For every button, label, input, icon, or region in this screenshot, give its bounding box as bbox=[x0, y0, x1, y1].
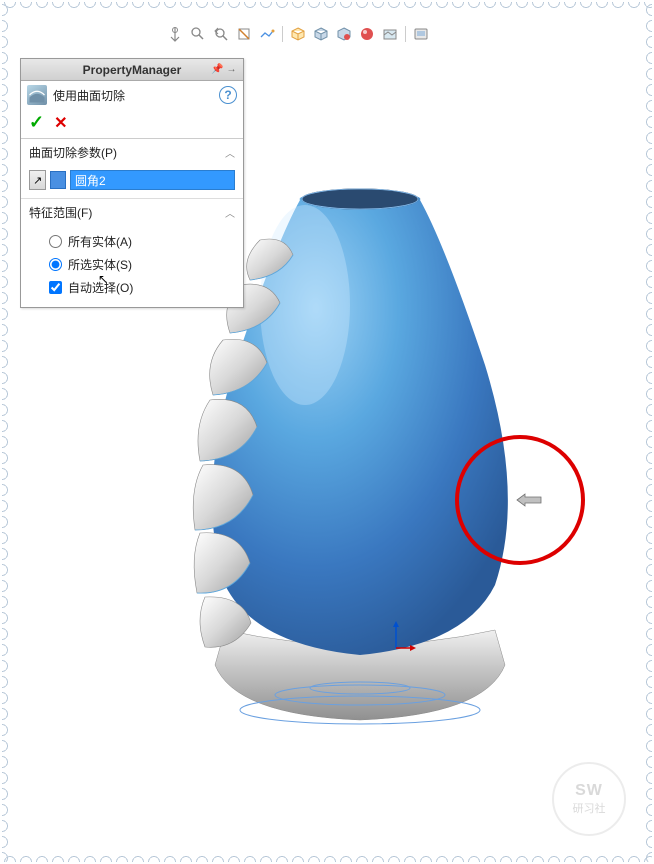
dynamic-annotation-icon[interactable] bbox=[257, 24, 277, 44]
zoom-area-icon[interactable] bbox=[188, 24, 208, 44]
previous-view-icon[interactable] bbox=[211, 24, 231, 44]
view-settings-icon[interactable] bbox=[411, 24, 431, 44]
section-label: 特征范围(F) bbox=[29, 204, 92, 221]
section-view-icon[interactable] bbox=[234, 24, 254, 44]
surface-cut-params-section: 曲面切除参数(P) ︿ ↗ bbox=[21, 139, 243, 199]
feature-scope-section: 特征范围(F) ︿ 所有实体(A) 所选实体(S) 自动选择(O) ↖ bbox=[21, 199, 243, 307]
ok-button[interactable]: ✓ bbox=[29, 112, 44, 133]
checkbox-auto-select[interactable]: 自动选择(O) bbox=[29, 276, 235, 299]
surface-selection-row: ↗ bbox=[29, 170, 235, 190]
checkbox-input[interactable] bbox=[49, 281, 62, 294]
radio-label: 所有实体(A) bbox=[68, 233, 132, 250]
property-manager-panel: PropertyManager 📌 → 使用曲面切除 ? ✓ ✕ 曲面切除参数(… bbox=[20, 58, 244, 308]
toolbar-separator bbox=[282, 26, 283, 42]
feature-title: 使用曲面切除 bbox=[53, 87, 213, 104]
radio-all-bodies[interactable]: 所有实体(A) bbox=[29, 230, 235, 253]
radio-input[interactable] bbox=[49, 258, 62, 271]
section-header[interactable]: 曲面切除参数(P) ︿ bbox=[21, 139, 243, 166]
panel-title-bar: PropertyManager 📌 → bbox=[21, 59, 243, 81]
surface-selection-input[interactable] bbox=[70, 170, 235, 190]
origin-triad-icon bbox=[386, 618, 416, 661]
direction-arrow-icon[interactable] bbox=[515, 492, 543, 511]
flip-direction-button[interactable]: ↗ bbox=[29, 170, 46, 190]
section-header[interactable]: 特征范围(F) ︿ bbox=[21, 199, 243, 226]
watermark-line1: SW bbox=[575, 782, 603, 800]
view-orientation-icon[interactable] bbox=[288, 24, 308, 44]
checkbox-label: 自动选择(O) bbox=[68, 279, 133, 296]
watermark-badge: SW 研习社 bbox=[552, 762, 626, 836]
radio-label: 所选实体(S) bbox=[68, 256, 132, 273]
apply-scene-icon[interactable] bbox=[380, 24, 400, 44]
cut-with-surface-icon bbox=[27, 85, 47, 105]
hide-show-items-icon[interactable] bbox=[334, 24, 354, 44]
pin-icon[interactable]: 📌 bbox=[211, 63, 224, 76]
watermark-line2: 研习社 bbox=[573, 800, 606, 816]
zoom-to-fit-icon[interactable] bbox=[165, 24, 185, 44]
radio-selected-bodies[interactable]: 所选实体(S) bbox=[29, 253, 235, 276]
chevron-up-icon: ︿ bbox=[225, 205, 235, 220]
panel-title: PropertyManager bbox=[83, 63, 182, 77]
feature-header-row: 使用曲面切除 ? bbox=[21, 81, 243, 109]
cancel-button[interactable]: ✕ bbox=[54, 113, 67, 133]
expand-icon[interactable]: → bbox=[225, 63, 238, 76]
toolbar-separator bbox=[405, 26, 406, 42]
help-icon[interactable]: ? bbox=[219, 86, 237, 104]
radio-input[interactable] bbox=[49, 235, 62, 248]
display-style-icon[interactable] bbox=[311, 24, 331, 44]
heads-up-view-toolbar bbox=[165, 24, 431, 44]
section-label: 曲面切除参数(P) bbox=[29, 144, 117, 161]
chevron-up-icon: ︿ bbox=[225, 145, 235, 160]
confirm-cancel-row: ✓ ✕ bbox=[21, 109, 243, 139]
panel-pin-controls[interactable]: 📌 → bbox=[211, 63, 239, 76]
edit-appearance-icon[interactable] bbox=[357, 24, 377, 44]
selection-color-chip bbox=[50, 171, 66, 189]
annotation-red-circle bbox=[455, 435, 585, 565]
